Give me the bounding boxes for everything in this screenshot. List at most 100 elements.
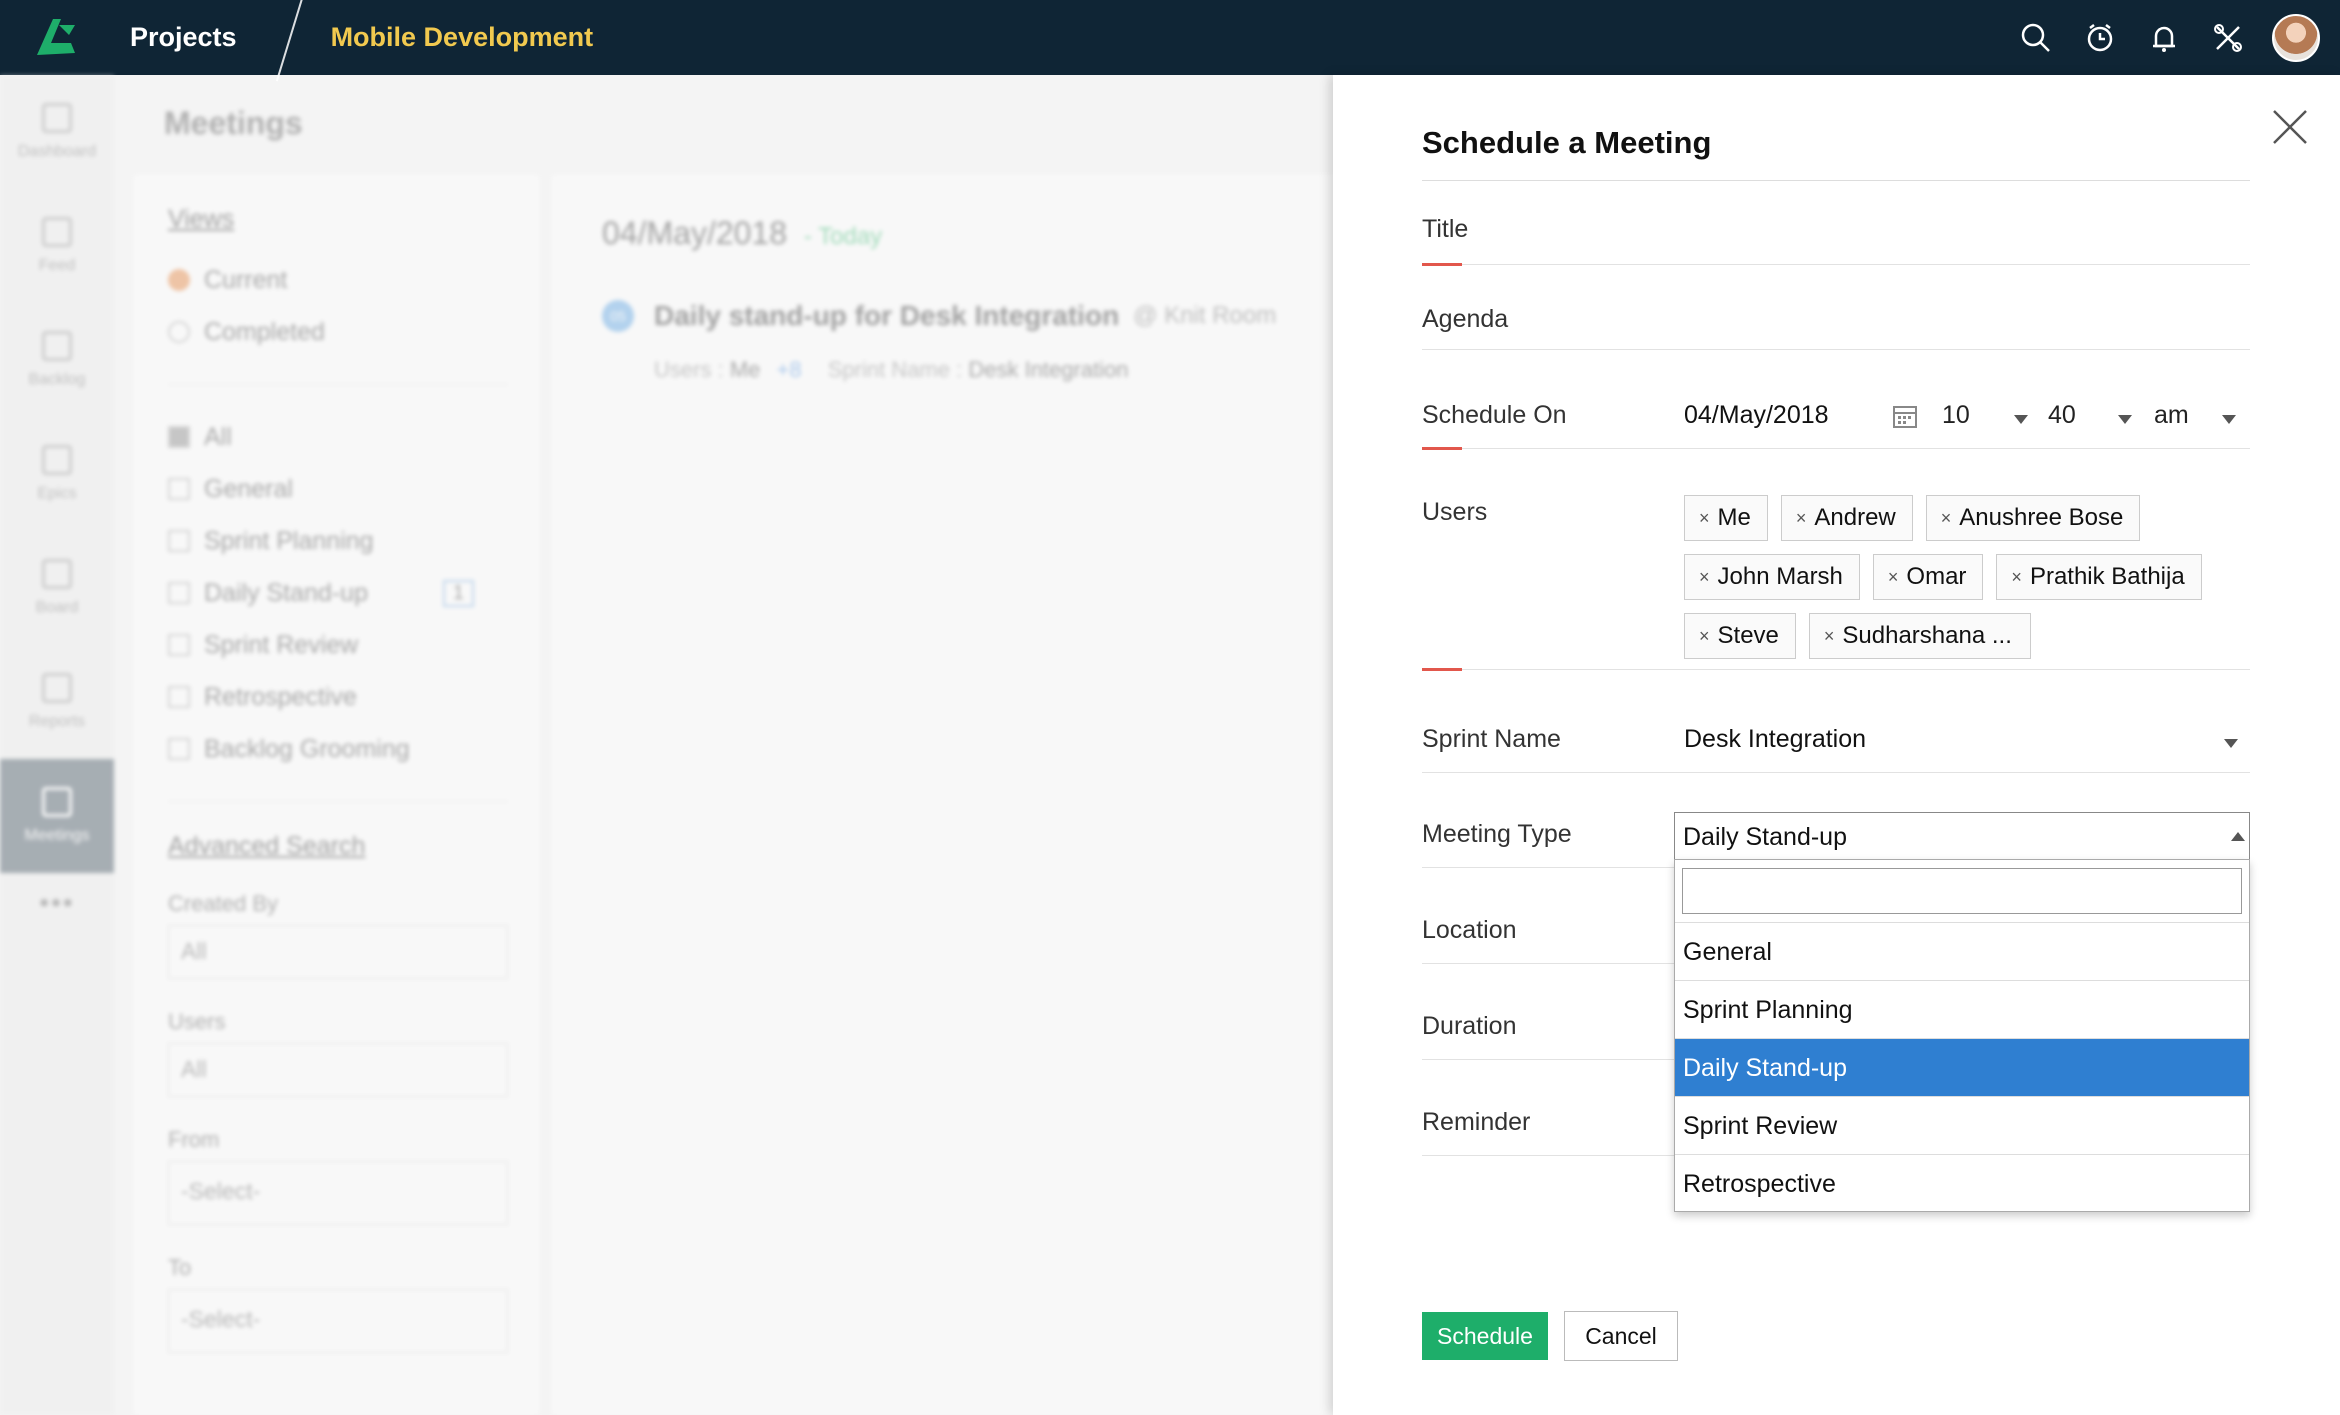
meta-label: Users : [654,357,724,382]
to-label: To [168,1255,192,1280]
type-label: Retrospective [204,682,357,711]
checkbox-icon [168,686,190,708]
app-logo[interactable] [0,0,112,75]
board-icon [42,559,72,589]
user-chip-label: Anushree Bose [1959,504,2124,531]
from-field[interactable]: -Select- [168,1161,508,1225]
schedule-date-input[interactable]: 04/May/2018 [1684,401,1829,430]
sprint-name-select[interactable]: Desk Integration [1684,725,2244,765]
dropdown-option-selected[interactable]: Daily Stand-up [1675,1038,2249,1096]
users-label: Users [1422,498,1488,526]
type-general[interactable]: General [168,463,508,515]
user-chip[interactable]: × Anushree Bose [1925,495,2141,541]
nav-label: Reports [28,713,86,730]
nav-board[interactable]: Board [0,531,114,645]
nav-label: Meetings [24,827,90,844]
type-label: Backlog Grooming [204,734,410,763]
nav-backlog[interactable]: Backlog [0,303,114,417]
users-filter-field[interactable]: All [168,1043,508,1097]
ampm-select[interactable]: am [2154,401,2244,437]
hour-select[interactable]: 10 [1942,401,2032,437]
user-chip[interactable]: × Sudharshana ... [1808,613,2031,659]
remove-icon[interactable]: × [2011,567,2022,588]
user-chip[interactable]: × Andrew [1780,495,1913,541]
close-icon[interactable] [2270,107,2310,147]
view-completed[interactable]: Completed [168,306,508,358]
view-label: Current [204,265,288,294]
checkbox-icon [168,738,190,760]
user-chip[interactable]: × Steve [1684,613,1796,659]
meeting-location: @ Knit Room [1133,302,1277,329]
dropdown-option[interactable]: Retrospective [1675,1154,2249,1212]
nav-epics[interactable]: Epics [0,417,114,531]
remove-icon[interactable]: × [1699,508,1710,529]
user-chip[interactable]: × Me [1684,495,1768,541]
meeting-meta: Users : Me +8 Sprint Name : Desk Integra… [654,357,1129,383]
breadcrumb-projects[interactable]: Projects [130,22,237,53]
type-all[interactable]: All [168,411,508,463]
dropdown-option[interactable]: Sprint Review [1675,1096,2249,1154]
user-chip[interactable]: × Prathik Bathija [1996,554,2202,600]
type-label: Daily Stand-up [204,578,368,607]
remove-icon[interactable]: × [1824,626,1835,647]
remove-icon[interactable]: × [1699,567,1710,588]
nav-label: Feed [38,257,76,274]
user-chip[interactable]: × John Marsh [1684,554,1860,600]
left-nav: Dashboard Feed Backlog Epics Board Repor… [0,75,114,1415]
page-title: Meetings [164,105,303,141]
minute-select[interactable]: 40 [2048,401,2138,437]
type-backlog-grooming[interactable]: Backlog Grooming [168,723,508,775]
remove-icon[interactable]: × [1796,508,1807,529]
advanced-search-link[interactable]: Advanced Search [168,832,508,861]
meeting-type-select[interactable]: Daily Stand-up [1674,812,2250,860]
user-chip-label: Steve [1717,622,1779,649]
ampm-value: am [2154,401,2189,429]
search-icon[interactable] [2004,0,2068,75]
breadcrumb-project-name[interactable]: Mobile Development [331,22,594,53]
radio-checked-icon [168,269,190,291]
created-by-field[interactable]: All [168,925,508,979]
type-daily-standup[interactable]: Daily Stand-up 1 [168,567,508,619]
tools-icon[interactable] [2196,0,2260,75]
cancel-button[interactable]: Cancel [1564,1311,1678,1361]
meeting-type-value: Daily Stand-up [1683,823,1847,851]
remove-icon[interactable]: × [1699,626,1710,647]
dropdown-option[interactable]: Sprint Planning [1675,980,2249,1038]
type-retrospective[interactable]: Retrospective [168,671,508,723]
reminder-label: Reminder [1422,1108,1531,1136]
dropdown-search-input[interactable] [1682,868,2242,914]
views-link[interactable]: Views [168,205,508,234]
remove-icon[interactable]: × [1941,508,1952,529]
schedule-on-row: Schedule On 04/May/2018 10 40 am [1422,401,2250,450]
bell-icon[interactable] [2132,0,2196,75]
nav-feed[interactable]: Feed [0,189,114,303]
calendar-icon[interactable] [1892,403,1918,434]
schedule-meeting-panel: Schedule a Meeting Title Agenda Schedule… [1333,75,2340,1415]
today-label: - Today [803,223,883,250]
user-chip[interactable]: × Omar [1872,554,1984,600]
remove-icon[interactable]: × [1888,567,1899,588]
type-sprint-review[interactable]: Sprint Review [168,619,508,671]
meetings-icon [42,787,72,817]
meeting-title: Daily stand-up for Desk Integration [654,300,1120,331]
nav-more-icon[interactable]: ••• [0,887,114,919]
avatar[interactable] [2272,13,2320,62]
users-chip-input[interactable]: × Me × Andrew × Anushree Bose × John Marsh ×… [1684,495,2244,672]
agenda-field[interactable]: Agenda [1422,305,2250,350]
type-sprint-planning[interactable]: Sprint Planning [168,515,508,567]
timer-icon[interactable] [2068,0,2132,75]
user-chip-label: Me [1717,504,1751,531]
title-label: Title [1422,215,1469,243]
radio-icon [168,321,190,343]
meta-more: +8 [776,357,802,382]
panel-title: Schedule a Meeting [1422,125,1712,160]
nav-dashboard[interactable]: Dashboard [0,75,114,189]
schedule-button[interactable]: Schedule [1422,1312,1548,1360]
nav-reports[interactable]: Reports [0,645,114,759]
chevron-down-icon [2014,415,2028,424]
nav-meetings[interactable]: Meetings [0,759,114,873]
to-field[interactable]: -Select- [168,1289,508,1353]
dropdown-option[interactable]: General [1675,922,2249,980]
meeting-item[interactable]: 05 Daily stand-up for Desk Integration @… [602,300,1276,332]
view-current[interactable]: Current [168,254,508,306]
